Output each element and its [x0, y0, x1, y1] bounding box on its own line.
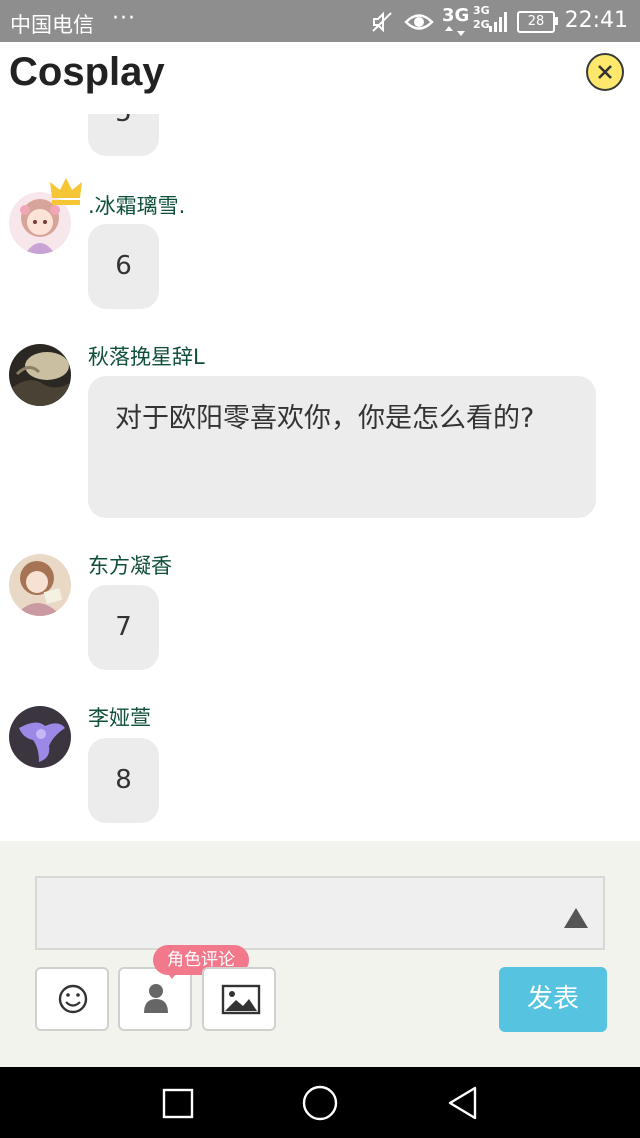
network-3g-label: 3G [442, 5, 470, 26]
square-icon[interactable] [158, 1083, 198, 1123]
image-icon [221, 984, 261, 1015]
message-bubble[interactable]: 5 [88, 114, 159, 156]
message-bubble[interactable]: 7 [88, 585, 159, 670]
header: Cosplay [0, 42, 640, 114]
purple-flower-avatar[interactable] [9, 706, 71, 768]
message-username[interactable]: 秋落挽星辞L [88, 341, 205, 371]
emoji-button[interactable] [35, 967, 109, 1031]
page-title: Cosplay [9, 50, 165, 94]
network-3g-small: 3G [473, 4, 490, 17]
composer: 角色评论 发表 [0, 841, 640, 1067]
message-bubble[interactable]: 8 [88, 738, 159, 823]
clock: 22:41 [564, 8, 628, 33]
message-username[interactable]: 东方凝香 [88, 550, 172, 580]
back-triangle-icon[interactable] [443, 1083, 483, 1123]
battery-tip [555, 17, 558, 25]
message-text: 5 [115, 114, 132, 128]
circle-icon[interactable] [300, 1083, 340, 1123]
image-button[interactable] [202, 967, 276, 1031]
message-bubble[interactable]: 对于欧阳零喜欢你，你是怎么看的? [88, 376, 596, 518]
battery-level: 28 [527, 14, 545, 29]
role-comment-button[interactable] [118, 967, 192, 1031]
message-text: 7 [115, 612, 132, 642]
send-button[interactable]: 发表 [499, 967, 607, 1032]
smiley-icon [58, 984, 88, 1014]
system-nav-bar [0, 1067, 640, 1138]
message-username[interactable]: 李娅萱 [88, 702, 151, 732]
message-username[interactable]: .冰霜璃雪. [88, 190, 185, 220]
network-2g-small: 2G [473, 18, 490, 31]
close-icon [598, 65, 612, 79]
more-notifications-icon: ··· [112, 6, 136, 31]
close-button[interactable] [586, 53, 624, 91]
data-arrows-icon [445, 26, 465, 36]
anime-girl-book-avatar[interactable] [9, 554, 71, 616]
eye-icon [404, 14, 434, 30]
carrier-name: 中国电信 [10, 13, 94, 37]
landscape-avatar[interactable] [9, 344, 71, 406]
message-text: 6 [115, 251, 132, 281]
message-text: 对于欧阳零喜欢你，你是怎么看的? [115, 403, 535, 434]
message-bubble[interactable]: 6 [88, 224, 159, 309]
status-icons: 3G 3G 2G 28 [370, 4, 570, 36]
signal-bars-icon [489, 12, 507, 32]
role-tag-pointer [166, 971, 178, 979]
chat-message-list[interactable]: 5 .冰霜璃雪. 6 秋落挽星辞L 对于欧阳零喜欢你，你是怎么看的? [0, 114, 640, 841]
mute-icon [372, 11, 392, 33]
message-text: 8 [115, 765, 132, 795]
triangle-up-icon[interactable] [563, 906, 589, 930]
comment-input[interactable] [35, 876, 605, 950]
battery-icon: 28 [517, 11, 555, 33]
crown-icon [50, 178, 82, 205]
status-bar: 中国电信 ··· 3G 3G 2G 28 22:41 [0, 0, 640, 42]
person-icon [144, 984, 168, 1013]
